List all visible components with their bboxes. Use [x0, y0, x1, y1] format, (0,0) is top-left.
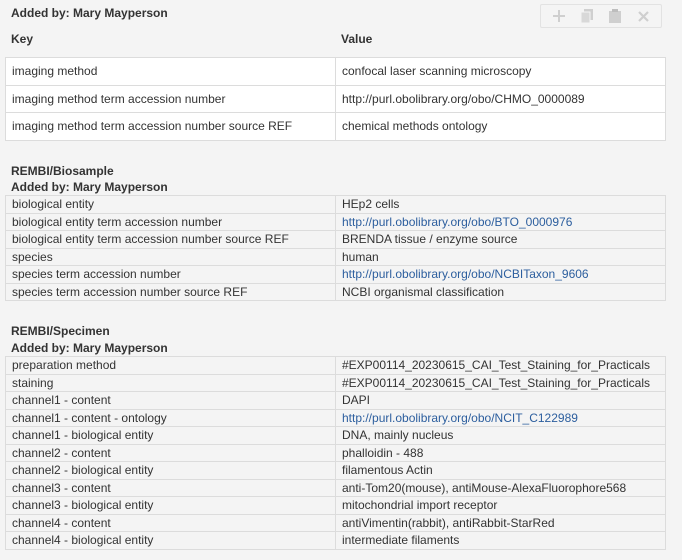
row-value: mitochondrial import receptor	[335, 496, 666, 515]
row-key: imaging method term accession number	[5, 84, 336, 114]
section-title: REMBI/Biosample	[11, 164, 114, 178]
table-row: channel3 - biological entity mitochondri…	[5, 496, 666, 515]
row-value: NCBI organismal classification	[335, 282, 666, 301]
table-row: biological entity HEp2 cells	[5, 195, 666, 214]
row-key: biological entity	[5, 195, 336, 214]
row-key: biological entity term accession number	[5, 212, 336, 231]
specimen-table: preparation method #EXP00114_20230615_CA…	[5, 356, 666, 550]
added-by-label: Added by: Mary Mayperson	[11, 341, 168, 355]
table-row: channel1 - biological entity DNA, mainly…	[5, 426, 666, 445]
plus-icon[interactable]	[550, 7, 568, 25]
copy-icon[interactable]	[578, 7, 596, 25]
accession-link[interactable]: http://purl.obolibrary.org/obo/NCBITaxon…	[342, 267, 589, 281]
table-row: species human	[5, 247, 666, 266]
row-key: species	[5, 247, 336, 266]
added-by-label: Added by: Mary Mayperson	[11, 6, 168, 20]
row-key: channel1 - content	[5, 391, 336, 410]
row-value: DNA, mainly nucleus	[335, 426, 666, 445]
table-row: biological entity term accession number …	[5, 212, 666, 231]
row-key: channel4 - content	[5, 513, 336, 532]
row-key: channel2 - content	[5, 443, 336, 462]
row-key: staining	[5, 373, 336, 392]
table-row: channel4 - content antiVimentin(rabbit),…	[5, 513, 666, 532]
row-value: HEp2 cells	[335, 195, 666, 214]
table-row: preparation method #EXP00114_20230615_CA…	[5, 356, 666, 375]
row-value: anti-Tom20(mouse), antiMouse-AlexaFluoro…	[335, 478, 666, 497]
row-value: #EXP00114_20230615_CAI_Test_Staining_for…	[335, 356, 666, 375]
table-row[interactable]: imaging method term accession number sou…	[5, 112, 666, 141]
row-key: channel3 - biological entity	[5, 496, 336, 515]
annotation-toolbar	[540, 4, 662, 28]
row-key: channel1 - biological entity	[5, 426, 336, 445]
row-value-cell: http://purl.obolibrary.org/obo/NCIT_C122…	[335, 408, 666, 427]
row-key: species term accession number source REF	[5, 282, 336, 301]
row-value: intermediate filaments	[335, 531, 666, 550]
row-key: channel3 - content	[5, 478, 336, 497]
row-key: preparation method	[5, 356, 336, 375]
row-value: #EXP00114_20230615_CAI_Test_Staining_for…	[335, 373, 666, 392]
table-row: species term accession number source REF…	[5, 282, 666, 301]
row-value: antiVimentin(rabbit), antiRabbit-StarRed	[335, 513, 666, 532]
row-value: filamentous Actin	[335, 461, 666, 480]
row-value: chemical methods ontology	[335, 112, 666, 141]
table-row: channel3 - content anti-Tom20(mouse), an…	[5, 478, 666, 497]
table-row: biological entity term accession number …	[5, 230, 666, 249]
table-row: channel1 - content DAPI	[5, 391, 666, 410]
row-key: channel2 - biological entity	[5, 461, 336, 480]
biosample-table: biological entity HEp2 cells biological …	[5, 195, 666, 301]
section-title: REMBI/Specimen	[11, 324, 110, 338]
table-row[interactable]: imaging method term accession number htt…	[5, 84, 666, 114]
table-row: staining #EXP00114_20230615_CAI_Test_Sta…	[5, 373, 666, 392]
added-by-label: Added by: Mary Mayperson	[11, 180, 168, 194]
column-header-key: Key	[11, 32, 34, 46]
row-key: imaging method	[5, 57, 336, 86]
row-key: channel1 - content - ontology	[5, 408, 336, 427]
accession-link[interactable]: http://purl.obolibrary.org/obo/BTO_00009…	[342, 215, 572, 229]
row-key: imaging method term accession number sou…	[5, 112, 336, 141]
row-key: species term accession number	[5, 265, 336, 284]
table-row: channel4 - biological entity intermediat…	[5, 531, 666, 550]
row-value: BRENDA tissue / enzyme source	[335, 230, 666, 249]
row-value-cell: http://purl.obolibrary.org/obo/BTO_00009…	[335, 212, 666, 231]
table-row[interactable]: imaging method confocal laser scanning m…	[5, 57, 666, 86]
row-key: channel4 - biological entity	[5, 531, 336, 550]
close-icon[interactable]	[634, 7, 652, 25]
row-value: confocal laser scanning microscopy	[335, 57, 666, 86]
row-value: http://purl.obolibrary.org/obo/CHMO_0000…	[335, 84, 666, 114]
row-key: biological entity term accession number …	[5, 230, 336, 249]
table-row: channel1 - content - ontology http://pur…	[5, 408, 666, 427]
row-value: phalloidin - 488	[335, 443, 666, 462]
row-value-cell: http://purl.obolibrary.org/obo/NCBITaxon…	[335, 265, 666, 284]
row-value: human	[335, 247, 666, 266]
table-row: channel2 - content phalloidin - 488	[5, 443, 666, 462]
table-header: Key Value	[0, 30, 682, 48]
accession-link[interactable]: http://purl.obolibrary.org/obo/NCIT_C122…	[342, 411, 578, 425]
imaging-annotation-table: imaging method confocal laser scanning m…	[5, 57, 666, 141]
row-value: DAPI	[335, 391, 666, 410]
table-row: species term accession number http://pur…	[5, 265, 666, 284]
column-header-value: Value	[341, 32, 373, 46]
clipboard-icon[interactable]	[606, 7, 624, 25]
table-row: channel2 - biological entity filamentous…	[5, 461, 666, 480]
